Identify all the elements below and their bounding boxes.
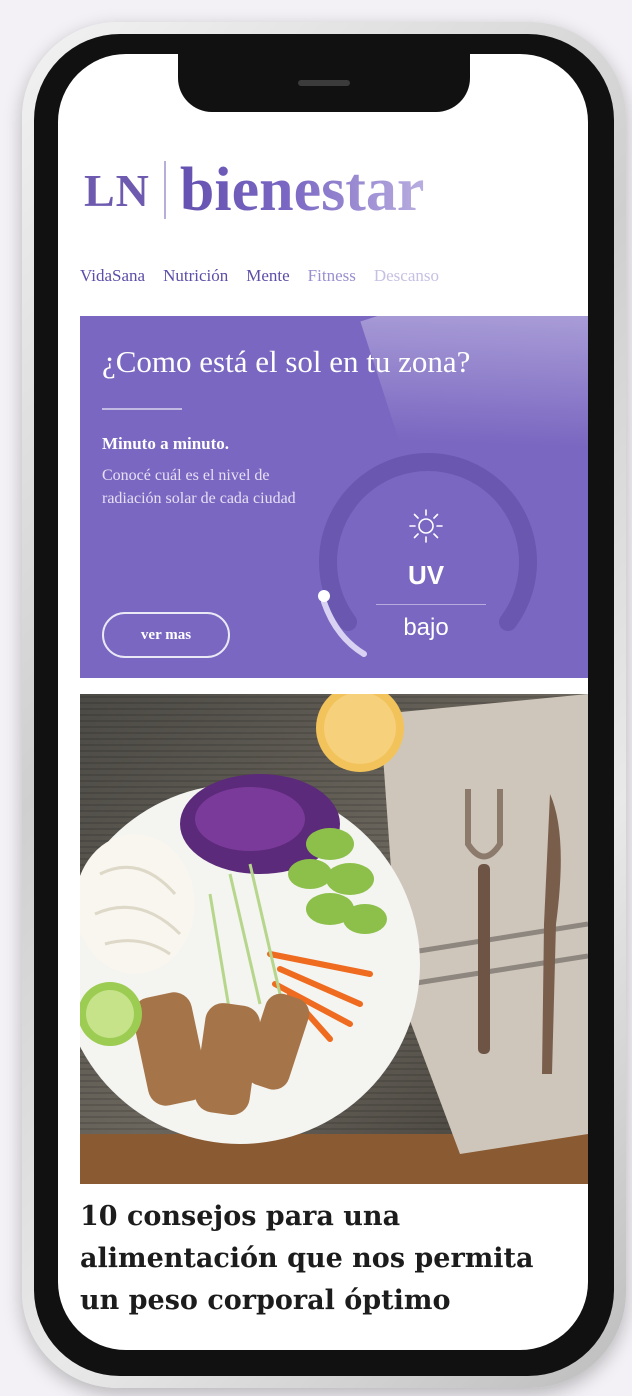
nav-item-vidasana[interactable]: VidaSana <box>80 266 145 286</box>
nav-item-descanso[interactable]: Descanso <box>374 266 439 286</box>
uv-card-description: Conocé cuál es el nivel de radiación sol… <box>102 467 296 507</box>
logo-ln: LN <box>84 164 150 216</box>
article-title[interactable]: 10 consejos para una alimentación que no… <box>80 1196 580 1322</box>
article-image[interactable] <box>80 694 588 1184</box>
uv-card-subtitle: Minuto a minuto. <box>102 434 230 453</box>
ver-mas-button[interactable]: ver mas <box>102 612 230 658</box>
site-logo[interactable]: LN bienestar <box>84 150 424 230</box>
sun-icon <box>409 509 443 543</box>
section-nav: VidaSana Nutrición Mente Fitness Descans… <box>80 266 568 286</box>
speaker-grille <box>298 80 350 86</box>
logo-wordmark: bienestar <box>179 156 425 224</box>
phone-screen: LN bienestar VidaSana Nutrición Mente Fi… <box>58 54 588 1350</box>
nav-item-fitness[interactable]: Fitness <box>308 266 356 286</box>
uv-card-title: ¿Como está el sol en tu zona? <box>102 344 471 379</box>
uv-level: bajo <box>403 614 449 641</box>
uv-gauge-marker <box>318 590 330 602</box>
uv-index-card: ¿Como está el sol en tu zona? Minuto a m… <box>80 316 588 678</box>
salad-plate-illustration <box>80 694 588 1184</box>
nav-item-nutricion[interactable]: Nutrición <box>163 266 228 286</box>
phone-notch <box>178 54 470 112</box>
uv-label: UV <box>407 560 445 590</box>
logo-divider <box>163 161 166 219</box>
nav-item-mente[interactable]: Mente <box>246 266 289 286</box>
uv-card-divider <box>102 408 182 410</box>
uv-gauge-separator <box>376 604 486 605</box>
